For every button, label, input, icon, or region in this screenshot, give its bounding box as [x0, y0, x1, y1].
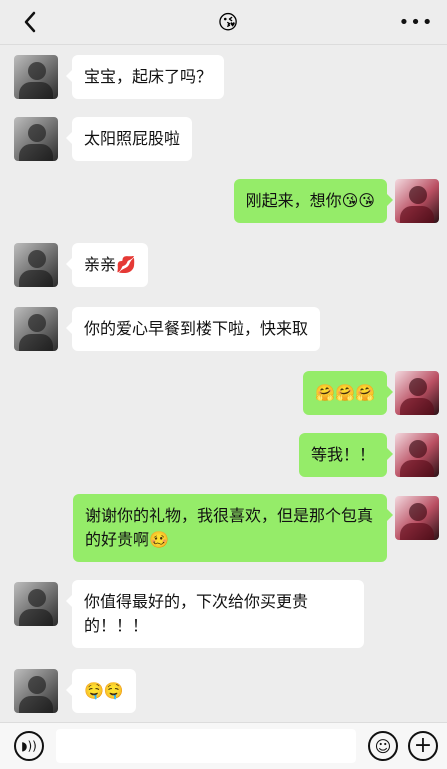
message-row: 刚起来，想你😘😘 [0, 176, 447, 226]
message-row: 你值得最好的，下次给你买更贵的！！！ [0, 580, 447, 652]
message-bubble-outgoing[interactable]: 刚起来，想你😘😘 [233, 179, 394, 223]
message-row: 🤤🤤 [0, 666, 447, 716]
message-row: 亲亲💋 [0, 240, 447, 290]
contact-name-emoji: 😘 [217, 10, 239, 34]
my-avatar[interactable] [395, 433, 439, 477]
my-avatar[interactable] [395, 496, 439, 540]
chat-header: 😘 ••• [0, 0, 447, 45]
message-bubble-outgoing[interactable]: 🤗🤗🤗 [303, 371, 393, 415]
voice-icon[interactable]: ◗)) [14, 731, 44, 761]
message-row: 宝宝，起床了吗？ [0, 52, 447, 102]
more-options-button[interactable]: ••• [399, 8, 433, 36]
message-bubble-outgoing[interactable]: 等我！！ [298, 433, 394, 477]
contact-avatar[interactable] [14, 117, 58, 161]
message-input[interactable] [56, 729, 356, 763]
contact-avatar[interactable] [14, 669, 58, 713]
contact-avatar[interactable] [14, 55, 58, 99]
message-bubble-incoming[interactable]: 亲亲💋 [66, 243, 148, 287]
plus-icon[interactable]: + [408, 731, 438, 761]
message-row: 谢谢你的礼物，我很喜欢，但是那个包真的好贵啊🥴 [0, 494, 447, 566]
contact-avatar[interactable] [14, 243, 58, 287]
chevron-left-icon [24, 11, 36, 33]
message-row: 等我！！ [0, 430, 447, 480]
message-row: 你的爱心早餐到楼下啦，快来取 [0, 304, 447, 354]
message-bubble-incoming[interactable]: 你值得最好的，下次给你买更贵的！！！ [66, 580, 364, 648]
back-button[interactable] [16, 8, 44, 36]
message-bubble-incoming[interactable]: 宝宝，起床了吗？ [65, 55, 225, 99]
my-avatar[interactable] [395, 179, 439, 223]
contact-avatar[interactable] [14, 307, 58, 351]
contact-avatar[interactable] [14, 582, 58, 626]
message-row: 太阳照屁股啦 [0, 114, 447, 164]
message-bubble-incoming[interactable]: 太阳照屁股啦 [65, 117, 193, 161]
message-bubble-outgoing[interactable]: 谢谢你的礼物，我很喜欢，但是那个包真的好贵啊🥴 [73, 494, 393, 562]
message-row: 🤗🤗🤗 [0, 368, 447, 418]
message-bubble-incoming[interactable]: 🤤🤤 [66, 669, 136, 713]
my-avatar[interactable] [395, 371, 439, 415]
smiley-icon[interactable]: ☺ [368, 731, 398, 761]
message-input-bar: ◗)) ☺ + [0, 722, 447, 769]
message-bubble-incoming[interactable]: 你的爱心早餐到楼下啦，快来取 [65, 307, 321, 351]
